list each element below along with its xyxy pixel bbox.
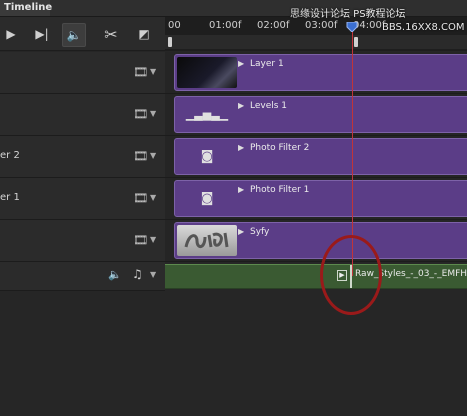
clip-name: Levels 1: [250, 101, 288, 111]
track-row: ◙ ▶ Photo Filter 1: [165, 178, 467, 220]
track-row: ▶ Syfy: [165, 220, 467, 262]
work-area-start-handle[interactable]: [168, 37, 172, 47]
transition-icon[interactable]: ◩: [132, 17, 156, 51]
clip-name: Syfy: [250, 227, 270, 237]
track-label: er 1: [0, 192, 20, 203]
levels-adjustment-icon: ▁▃▅▃▁: [185, 108, 229, 121]
work-area-bar[interactable]: [165, 35, 467, 49]
expand-triangle-icon[interactable]: ▶: [238, 143, 244, 152]
watermark-line: 思缘设计论坛 PS教程论坛: [290, 9, 406, 20]
clip-name: Photo Filter 2: [250, 143, 310, 153]
film-icon[interactable]: 🎞: [133, 149, 148, 163]
track-label: er 2: [0, 150, 20, 161]
film-icon[interactable]: 🎞: [133, 191, 148, 205]
split-scissors-icon[interactable]: ✂: [98, 17, 124, 51]
expand-triangle-icon[interactable]: ▶: [238, 59, 244, 68]
track-header[interactable]: 🎞 ▼: [0, 52, 165, 94]
chevron-down-icon[interactable]: ▼: [150, 235, 156, 244]
clip-layer-1[interactable]: ▶ Layer 1: [174, 54, 467, 91]
clip-syfy[interactable]: ▶ Syfy: [174, 222, 467, 259]
step-forward-icon[interactable]: ▶|: [30, 17, 54, 51]
clip-thumbnail: [177, 57, 237, 88]
chevron-down-icon[interactable]: ▼: [150, 109, 156, 118]
track-row: ◙ ▶ Photo Filter 2: [165, 136, 467, 178]
track-row: ▶ Layer 1: [165, 52, 467, 94]
track-header[interactable]: er 1 🎞 ▼: [0, 178, 165, 220]
photo-filter-icon: ◙: [200, 149, 214, 164]
clip-levels-1[interactable]: ▁▃▅▃▁ ▶ Levels 1: [174, 96, 467, 133]
music-note-icon[interactable]: ♫: [132, 267, 143, 281]
chevron-down-icon[interactable]: ▼: [150, 67, 156, 76]
clip-photo-filter-2[interactable]: ◙ ▶ Photo Filter 2: [174, 138, 467, 175]
film-icon[interactable]: 🎞: [133, 233, 148, 247]
clip-name: Layer 1: [250, 59, 284, 69]
chevron-down-icon[interactable]: ▼: [150, 151, 156, 160]
audio-toggle-button[interactable]: 🔈: [62, 23, 86, 47]
clip-photo-filter-1[interactable]: ◙ ▶ Photo Filter 1: [174, 180, 467, 217]
clip-name: Photo Filter 1: [250, 185, 310, 195]
play-icon[interactable]: ▶: [0, 17, 22, 51]
transport-controls: ▶ ▶| 🔈 ✂ ◩: [0, 17, 165, 51]
expand-triangle-icon[interactable]: ▶: [238, 185, 244, 194]
speaker-icon[interactable]: 🔈: [108, 268, 122, 281]
chevron-down-icon[interactable]: ▼: [150, 270, 156, 279]
watermark-line: BBS.16XX8.COM: [382, 22, 465, 33]
annotation-circle: [320, 235, 382, 315]
ruler-tick: 00: [168, 20, 181, 31]
ruler-tick: 01:00f: [209, 20, 242, 31]
track-header[interactable]: er 2 🎞 ▼: [0, 136, 165, 178]
chevron-down-icon[interactable]: ▼: [150, 193, 156, 202]
ruler-tick: 02:00f: [257, 20, 290, 31]
track-header[interactable]: 🎞 ▼: [0, 220, 165, 262]
work-area-end-handle[interactable]: [354, 37, 358, 47]
expand-triangle-icon[interactable]: ▶: [238, 227, 244, 236]
expand-triangle-icon[interactable]: ▶: [238, 101, 244, 110]
audio-track-header[interactable]: 🔈 ♫ ▼: [0, 262, 165, 291]
film-icon[interactable]: 🎞: [133, 107, 148, 121]
film-icon[interactable]: 🎞: [133, 65, 148, 79]
audio-clip[interactable]: ▶ Raw_Styles_-_03_-_EMFH: [165, 264, 467, 289]
track-header[interactable]: 🎞 ▼: [0, 94, 165, 136]
clip-thumbnail: [177, 225, 237, 256]
timeline-tab[interactable]: Timeline: [0, 0, 52, 16]
photo-filter-icon: ◙: [200, 191, 214, 206]
track-row: ▁▃▅▃▁ ▶ Levels 1: [165, 94, 467, 136]
watermark: 思缘设计论坛 PS教程论坛 BBS.16XX8.COM: [290, 8, 465, 34]
syfy-logo-thumbnail: [184, 232, 229, 248]
